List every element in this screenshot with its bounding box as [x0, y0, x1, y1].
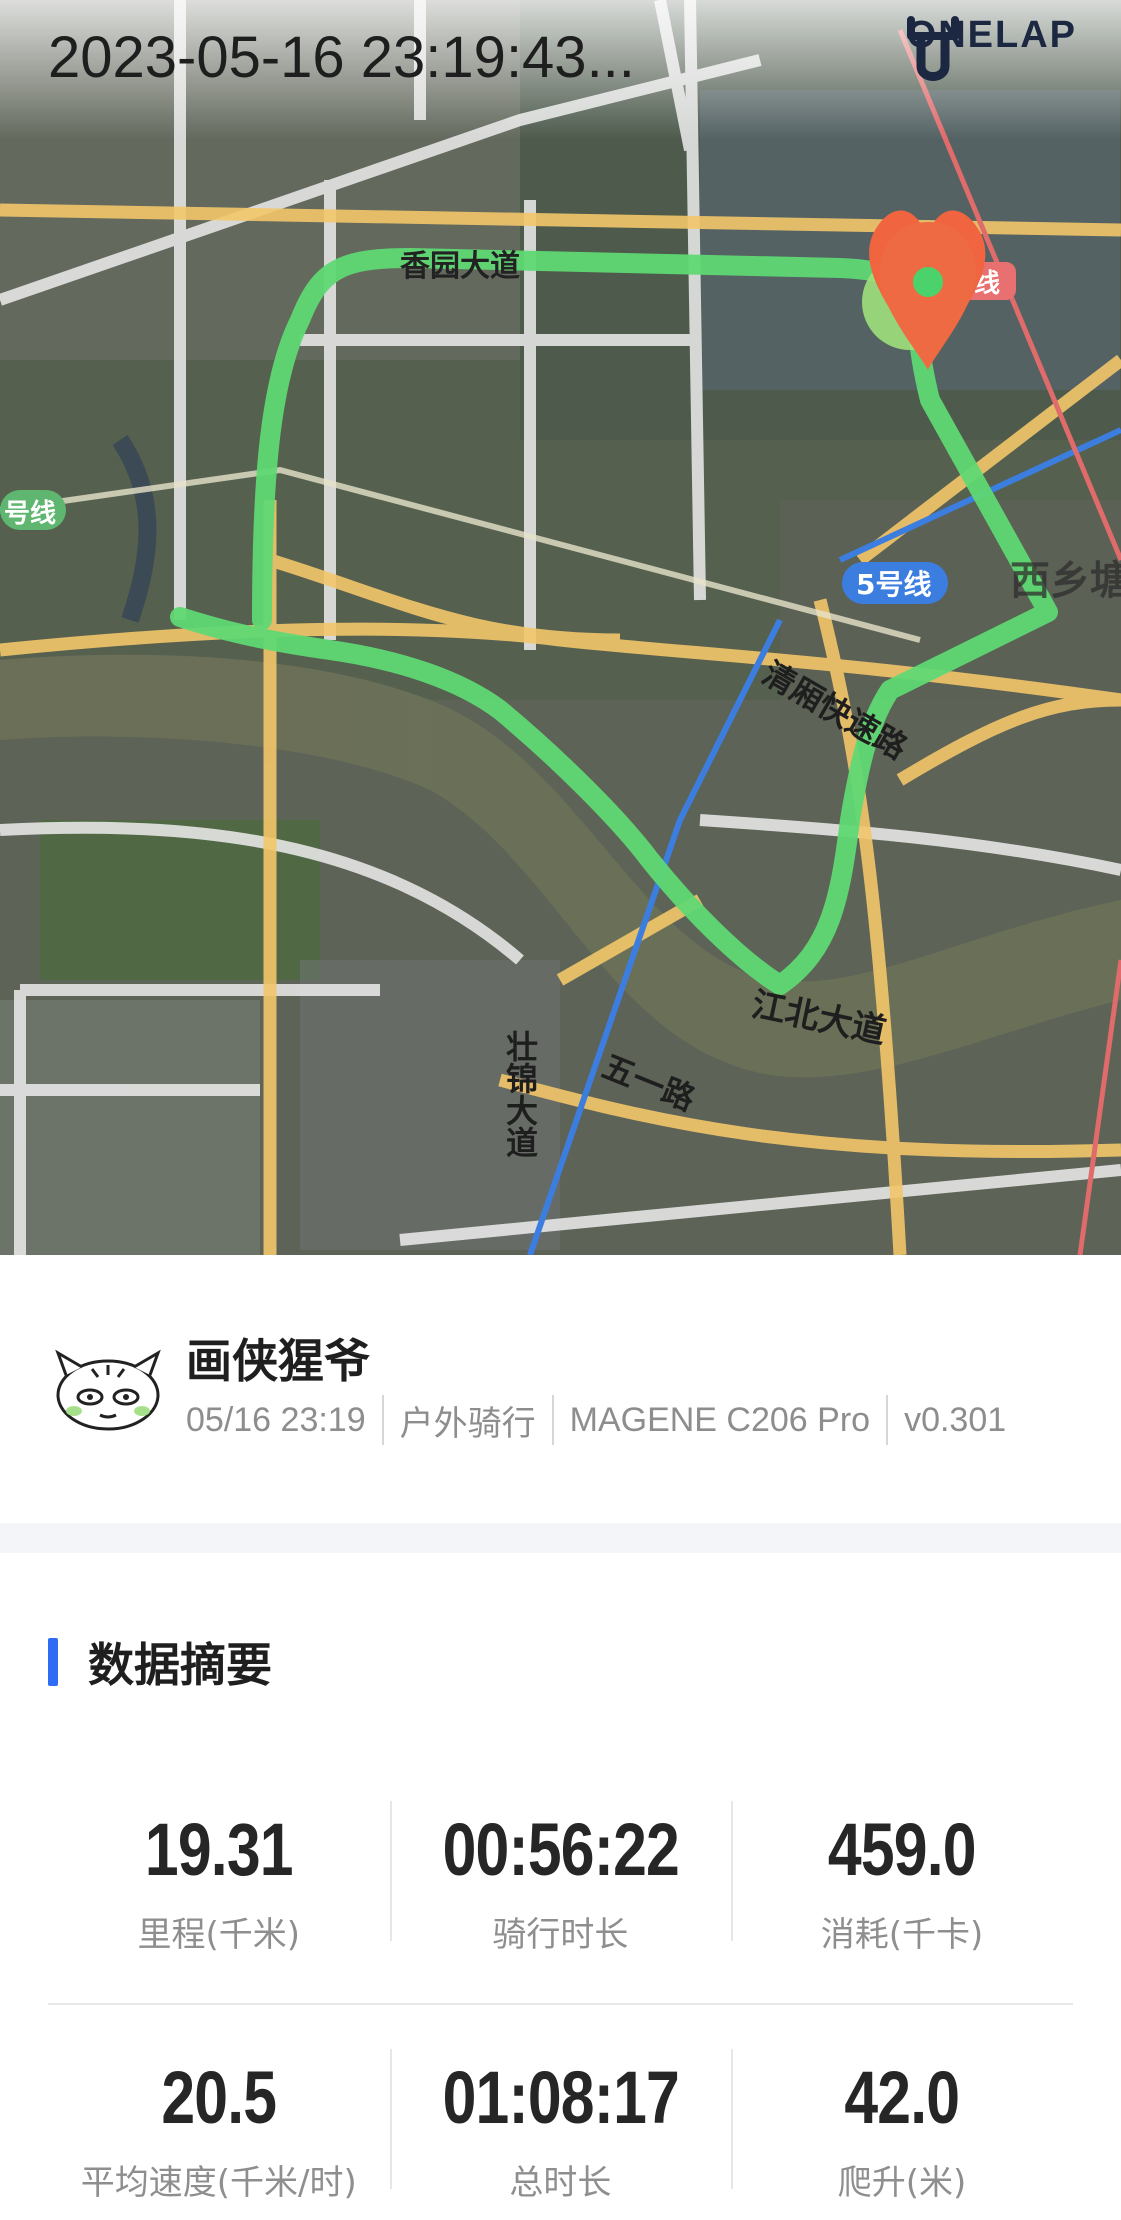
map-label-road-top: 香园大道 [400, 249, 520, 284]
stats-row-2: 20.5 平均速度(千米/时) 01:08:17 总时长 42.0 爬升(米) [48, 2049, 1073, 2204]
map-label-line-5: 5号线 [856, 568, 931, 601]
stat-label: 骑行时长 [492, 1915, 629, 1955]
stat-elevation: 42.0 爬升(米) [731, 2061, 1073, 2204]
section-header: 数据摘要 [48, 1629, 272, 1695]
stat-label: 平均速度(千米/时) [80, 2163, 357, 2203]
stat-label: 里程(千米) [137, 1915, 301, 1955]
stat-value: 00:56:22 [442, 1808, 679, 1891]
meta-divider [886, 1395, 889, 1445]
stat-ride-time: 00:56:22 骑行时长 [390, 1813, 732, 1956]
stat-label: 消耗(千卡) [820, 1915, 984, 1955]
activity-datetime: 2023-05-16 23:19:43... [48, 25, 635, 90]
stat-value: 19.31 [144, 1808, 294, 1891]
data-summary: 数据摘要 19.31 里程(千米) 00:56:22 骑行时长 459.0 消耗… [0, 1553, 1121, 2220]
map-label-zhuangjin: 壮锦大道 [501, 1030, 539, 1158]
map-label-line-left: 号线 [4, 499, 56, 529]
stat-calories: 459.0 消耗(千卡) [731, 1813, 1073, 1956]
route-map[interactable]: 香园大道 号线 号线 5号线 西乡塘 清厢快速路 江北大道 五一路 壮锦大道 2… [0, 0, 1121, 1255]
meta-divider [551, 1395, 554, 1445]
row-divider [48, 2003, 1073, 2005]
user-name[interactable]: 画侠猩爷 [186, 1325, 370, 1391]
meta-divider [381, 1395, 384, 1445]
activity-date: 05/16 23:19 [186, 1400, 366, 1439]
stat-label: 总时长 [509, 2163, 612, 2203]
activity-device: MAGENE C206 Pro [569, 1400, 871, 1439]
svg-text:香园大道: 香园大道 [400, 249, 520, 284]
stat-label: 爬升(米) [837, 2163, 967, 2203]
stat-divider [731, 2049, 733, 2189]
onelap-logo-icon [906, 16, 959, 81]
stat-avg-speed: 20.5 平均速度(千米/时) [48, 2061, 390, 2204]
brand-logo: ONELAP [901, 14, 1077, 81]
map-canvas: 香园大道 号线 号线 5号线 西乡塘 清厢快速路 江北大道 五一路 壮锦大道 [0, 0, 1121, 1255]
map-label-district: 西乡塘 [1010, 558, 1121, 604]
stat-value: 20.5 [161, 2056, 277, 2139]
app-version: v0.301 [904, 1400, 1007, 1439]
stat-value: 01:08:17 [442, 2056, 679, 2139]
stat-divider [390, 2049, 392, 2189]
activity-sport: 户外骑行 [399, 1404, 536, 1443]
stat-value: 42.0 [844, 2056, 961, 2139]
avatar[interactable] [52, 1345, 164, 1435]
activity-meta: 05/16 23:19 户外骑行 MAGENE C206 Pro v0.301 [186, 1395, 1006, 1445]
stat-value: 459.0 [828, 1808, 977, 1891]
section-divider [0, 1523, 1121, 1553]
section-accent-bar [48, 1638, 58, 1686]
stat-divider [731, 1801, 733, 1941]
stat-divider [390, 1801, 392, 1941]
stats-row-1: 19.31 里程(千米) 00:56:22 骑行时长 459.0 消耗(千卡) [48, 1801, 1073, 1956]
activity-profile: 画侠猩爷 05/16 23:19 户外骑行 MAGENE C206 Pro v0… [0, 1255, 1121, 1523]
stat-total-time: 01:08:17 总时长 [390, 2061, 732, 2204]
section-title: 数据摘要 [88, 1638, 272, 1692]
stat-distance: 19.31 里程(千米) [48, 1813, 390, 1956]
